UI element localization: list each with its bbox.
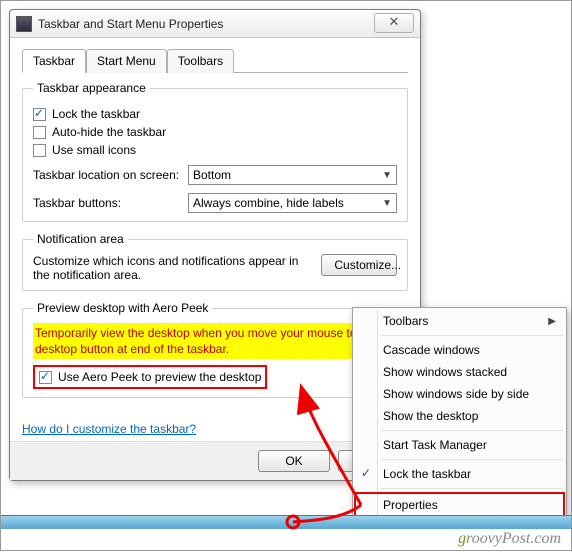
menu-item-show-desktop[interactable]: Show the desktop bbox=[355, 405, 564, 427]
menu-item-label: Cascade windows bbox=[383, 343, 480, 357]
menu-item-toolbars[interactable]: Toolbars ▶ bbox=[355, 310, 564, 332]
tab-toolbars[interactable]: Toolbars bbox=[167, 49, 234, 73]
menu-separator bbox=[381, 488, 563, 489]
help-link[interactable]: How do I customize the taskbar? bbox=[22, 422, 196, 436]
window-title: Taskbar and Start Menu Properties bbox=[38, 17, 223, 31]
notification-desc: Customize which icons and notifications … bbox=[33, 254, 313, 282]
aero-peek-label: Use Aero Peek to preview the desktop bbox=[58, 370, 261, 384]
menu-item-cascade[interactable]: Cascade windows bbox=[355, 339, 564, 361]
aero-peek-group: Preview desktop with Aero Peek Temporari… bbox=[22, 301, 408, 398]
customize-button[interactable]: Customize... bbox=[321, 254, 397, 276]
aero-highlight-text: Temporarily view the desktop when you mo… bbox=[33, 323, 397, 359]
taskbar-appearance-group: Taskbar appearance Lock the taskbar Auto… bbox=[22, 81, 408, 222]
aero-peek-checkbox[interactable] bbox=[39, 371, 52, 384]
appearance-legend: Taskbar appearance bbox=[33, 81, 150, 95]
menu-item-stacked[interactable]: Show windows stacked bbox=[355, 361, 564, 383]
tab-strip: Taskbar Start Menu Toolbars bbox=[22, 48, 408, 73]
chevron-down-icon: ▼ bbox=[382, 198, 392, 209]
autohide-checkbox[interactable] bbox=[33, 126, 46, 139]
notification-legend: Notification area bbox=[33, 232, 128, 246]
lock-taskbar-label: Lock the taskbar bbox=[52, 107, 140, 121]
aero-checkbox-wrap: Use Aero Peek to preview the desktop bbox=[33, 365, 267, 389]
taskbar-buttons-select[interactable]: Always combine, hide labels ▼ bbox=[188, 193, 397, 213]
tab-start-menu[interactable]: Start Menu bbox=[86, 49, 167, 73]
titlebar[interactable]: Taskbar and Start Menu Properties ✕ bbox=[10, 10, 420, 38]
aero-legend: Preview desktop with Aero Peek bbox=[33, 301, 212, 315]
small-icons-label: Use small icons bbox=[52, 143, 136, 157]
menu-item-task-manager[interactable]: Start Task Manager bbox=[355, 434, 564, 456]
taskbar-location-value: Bottom bbox=[193, 168, 231, 182]
ok-button[interactable]: OK bbox=[258, 450, 330, 472]
menu-item-label: Toolbars bbox=[383, 314, 428, 328]
menu-item-label: Start Task Manager bbox=[383, 438, 487, 452]
taskbar-context-menu: Toolbars ▶ Cascade windows Show windows … bbox=[352, 307, 567, 521]
menu-separator bbox=[381, 335, 563, 336]
notification-area-group: Notification area Customize which icons … bbox=[22, 232, 408, 291]
menu-item-sidebyside[interactable]: Show windows side by side bbox=[355, 383, 564, 405]
menu-item-label: Show the desktop bbox=[383, 409, 478, 423]
menu-item-label: Show windows stacked bbox=[383, 365, 507, 379]
menu-item-lock-taskbar[interactable]: ✓ Lock the taskbar bbox=[355, 463, 564, 485]
menu-item-label: Lock the taskbar bbox=[383, 467, 471, 481]
autohide-label: Auto-hide the taskbar bbox=[52, 125, 166, 139]
chevron-down-icon: ▼ bbox=[382, 170, 392, 181]
taskbar-location-label: Taskbar location on screen: bbox=[33, 168, 188, 182]
close-button[interactable]: ✕ bbox=[374, 13, 414, 33]
taskbar-location-select[interactable]: Bottom ▼ bbox=[188, 165, 397, 185]
small-icons-checkbox[interactable] bbox=[33, 144, 46, 157]
menu-item-label: Properties bbox=[383, 498, 438, 512]
watermark-text: roovyPost.com bbox=[466, 530, 561, 547]
watermark: groovyPost.com bbox=[458, 530, 561, 548]
taskbar-buttons-label: Taskbar buttons: bbox=[33, 196, 188, 210]
lock-taskbar-checkbox[interactable] bbox=[33, 108, 46, 121]
taskbar-strip[interactable] bbox=[1, 515, 571, 529]
menu-separator bbox=[381, 430, 563, 431]
taskbar-buttons-value: Always combine, hide labels bbox=[193, 196, 344, 210]
menu-item-label: Show windows side by side bbox=[383, 387, 529, 401]
tab-taskbar[interactable]: Taskbar bbox=[22, 49, 86, 73]
chevron-right-icon: ▶ bbox=[548, 316, 556, 327]
check-icon: ✓ bbox=[361, 466, 371, 480]
titlebar-icon bbox=[16, 16, 32, 32]
menu-separator bbox=[381, 459, 563, 460]
